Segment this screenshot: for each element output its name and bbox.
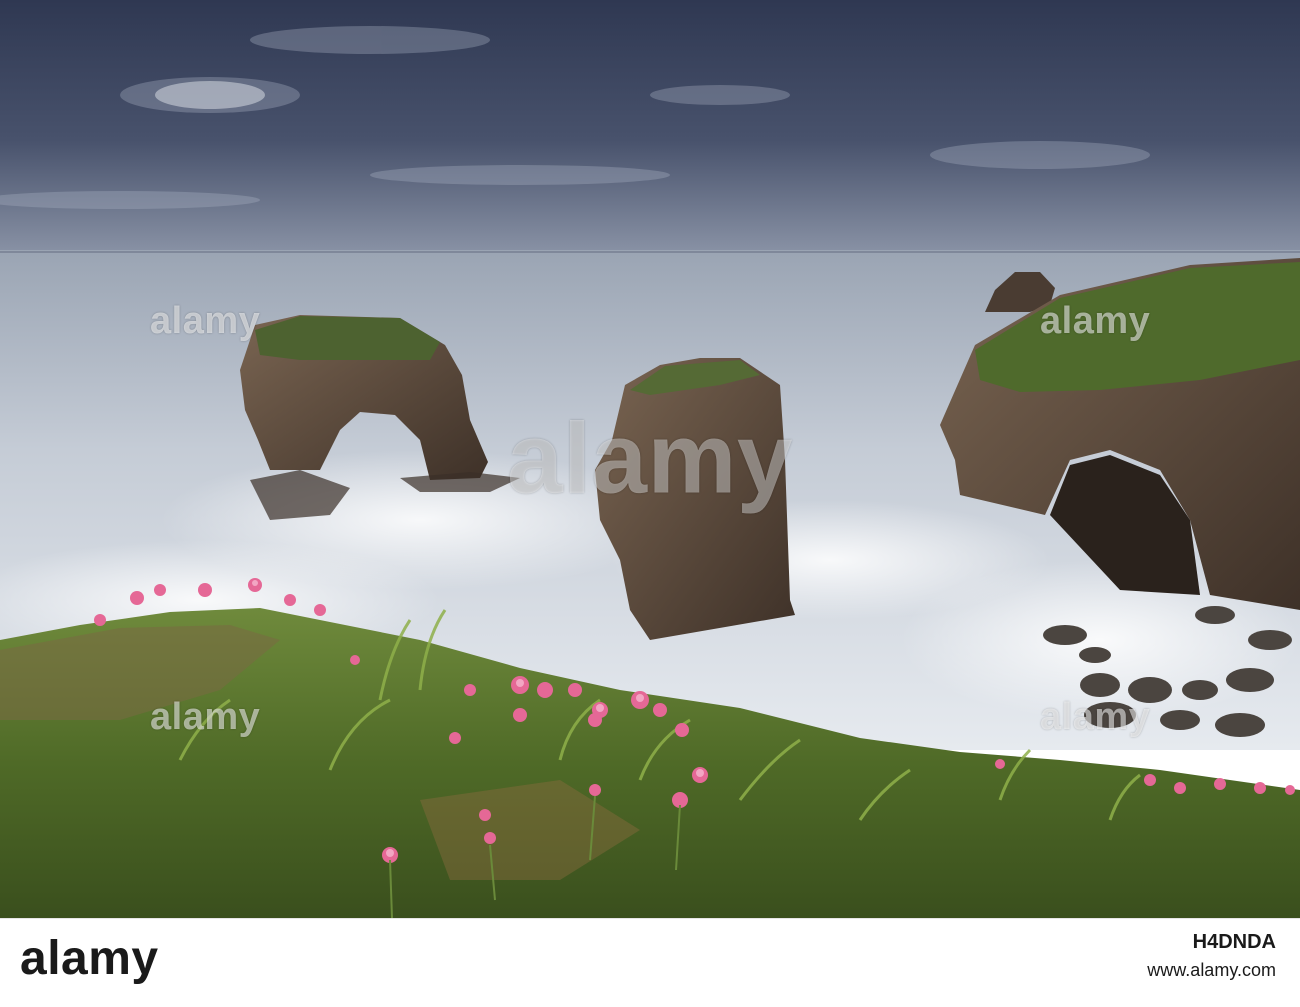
footer-meta: H4DNDA www.alamy.com [1147, 931, 1276, 981]
image-id: H4DNDA [1192, 931, 1276, 953]
footer-bar: alamy H4DNDA www.alamy.com [0, 918, 1300, 1007]
footer-url[interactable]: www.alamy.com [1147, 960, 1276, 981]
alamy-logo: alamy [20, 932, 159, 985]
landscape-photo: alamy alamy alamy alamy alamy [0, 0, 1300, 918]
sky [0, 0, 1300, 255]
